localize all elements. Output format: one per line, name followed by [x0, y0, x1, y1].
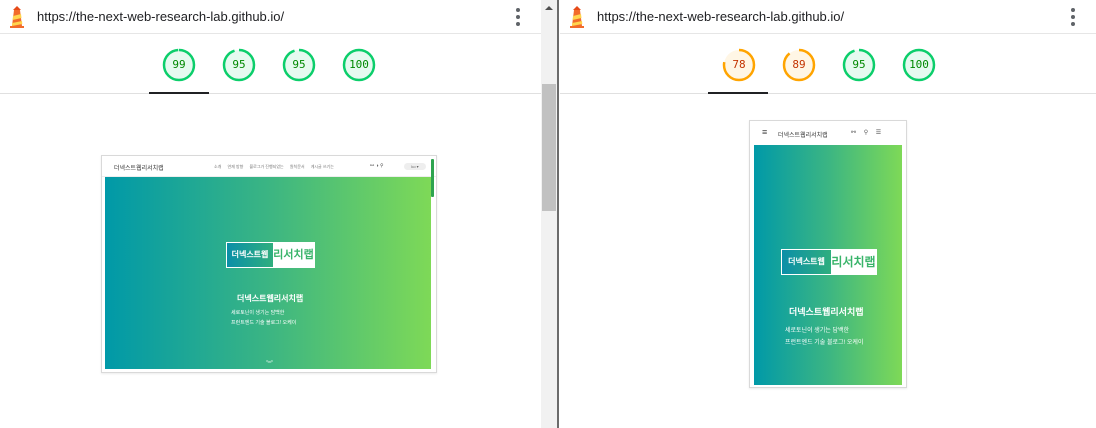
- left-report-pane: https://the-next-web-research-lab.github…: [0, 0, 541, 428]
- score-gauge-performance[interactable]: 78: [722, 48, 756, 82]
- scroll-up-arrow-icon[interactable]: [545, 6, 553, 10]
- page-url[interactable]: https://the-next-web-research-lab.github…: [37, 9, 284, 24]
- score-value: 95: [232, 58, 246, 71]
- divider-handle[interactable]: [557, 0, 559, 428]
- site-nav-links: 소개 연재 방향 블로그가 진행되었는 원칙문서 게시글 쓰기는: [214, 164, 339, 170]
- right-score-gauges: 78 89 95 100: [560, 34, 1096, 94]
- logo-left-text: 더넥스트웹: [227, 243, 273, 267]
- site-brand: 더넥스트웹리서치랩: [778, 133, 828, 139]
- hero-subtitle-line1: 세로토닌이 생기는 담백한: [231, 310, 285, 316]
- site-nav-icons: ⚯ ⚲ ☰: [851, 130, 885, 136]
- left-score-gauges: 99 95 95 100: [0, 34, 541, 94]
- lighthouse-compare-view: https://the-next-web-research-lab.github…: [0, 0, 1096, 428]
- site-logo: 더넥스트웹 리서치랩: [226, 242, 315, 268]
- mobile-page-screenshot: ≡ 더넥스트웹리서치랩 ⚯ ⚲ ☰ 더넥스트웹 리서치랩 더넥스트웹리서치랩 세…: [749, 120, 907, 388]
- score-value: 95: [292, 58, 306, 71]
- hero-subtitle-line2: 프런트엔드 기술 블로그! 오케이: [785, 340, 864, 346]
- site-logo: 더넥스트웹 리서치랩: [781, 249, 877, 275]
- score-value: 100: [349, 58, 369, 71]
- desktop-page-screenshot: 더넥스트웹리서치랩 소개 연재 방향 블로그가 진행되었는 원칙문서 게시글 쓰…: [101, 155, 437, 373]
- score-gauge-accessibility[interactable]: 95: [222, 48, 256, 82]
- active-tab-indicator: [149, 92, 209, 94]
- page-url[interactable]: https://the-next-web-research-lab.github…: [597, 9, 844, 24]
- lighthouse-icon: [570, 6, 584, 28]
- nav-link: 소개: [214, 164, 222, 169]
- hero-banner: 더넥스트웹 리서치랩 더넥스트웹리서치랩 세로토닌이 생기는 담백한 프런트엔드…: [105, 177, 431, 369]
- score-gauge-performance[interactable]: 99: [162, 48, 196, 82]
- scrollbar[interactable]: [541, 0, 557, 428]
- lighthouse-icon: [10, 6, 24, 28]
- score-value: 100: [909, 58, 929, 71]
- hero-title: 더넥스트웹리서치랩: [237, 294, 304, 303]
- hamburger-menu-icon: ≡: [762, 127, 768, 137]
- right-report-pane: https://the-next-web-research-lab.github…: [560, 0, 1096, 428]
- hero-subtitle-line1: 세로토닌이 생기는 담백한: [785, 328, 850, 334]
- score-value: 95: [852, 58, 866, 71]
- hero-subtitle-line2: 프런트엔드 기술 블로그! 오케이: [231, 320, 297, 326]
- more-options-icon[interactable]: [515, 8, 521, 26]
- score-gauge-seo[interactable]: 100: [342, 48, 376, 82]
- score-value: 78: [732, 58, 746, 71]
- active-tab-indicator: [708, 92, 768, 94]
- nav-link: 원칙문서: [289, 164, 305, 169]
- hero-banner: 더넥스트웹 리서치랩 더넥스트웹리서치랩 세로토닌이 생기는 담백한 프런트엔드…: [754, 145, 902, 385]
- score-gauge-accessibility[interactable]: 89: [782, 48, 816, 82]
- left-url-bar: https://the-next-web-research-lab.github…: [0, 0, 541, 34]
- score-value: 99: [172, 58, 186, 71]
- nav-link: 연재 방향: [227, 164, 244, 169]
- score-gauge-best-practices[interactable]: 95: [842, 48, 876, 82]
- logo-right-text: 리서치랩: [273, 243, 314, 267]
- site-brand: 더넥스트웹리서치랩: [114, 166, 164, 172]
- score-gauge-best-practices[interactable]: 95: [282, 48, 316, 82]
- scroll-down-icon: ︾: [266, 361, 273, 368]
- right-url-bar: https://the-next-web-research-lab.github…: [560, 0, 1096, 34]
- site-navbar: ≡ 더넥스트웹리서치랩 ⚯ ⚲ ☰: [750, 121, 906, 145]
- site-navbar: 더넥스트웹리서치랩 소개 연재 방향 블로그가 진행되었는 원칙문서 게시글 쓰…: [102, 156, 436, 177]
- page-scroll-indicator: [431, 159, 434, 197]
- site-nav-icons: ⚯ ◑ ⚲: [370, 163, 384, 169]
- more-options-icon[interactable]: [1070, 8, 1076, 26]
- language-pill: ko ▾: [404, 163, 426, 170]
- logo-left-text: 더넥스트웹: [782, 250, 831, 274]
- score-value: 89: [792, 58, 806, 71]
- hero-title: 더넥스트웹리서치랩: [789, 307, 864, 317]
- score-gauge-seo[interactable]: 100: [902, 48, 936, 82]
- scrollbar-thumb[interactable]: [542, 84, 556, 211]
- logo-right-text: 리서치랩: [831, 250, 876, 274]
- nav-link: 게시글 쓰기는: [310, 164, 334, 169]
- nav-link: 블로그가 진행되었는: [249, 164, 284, 169]
